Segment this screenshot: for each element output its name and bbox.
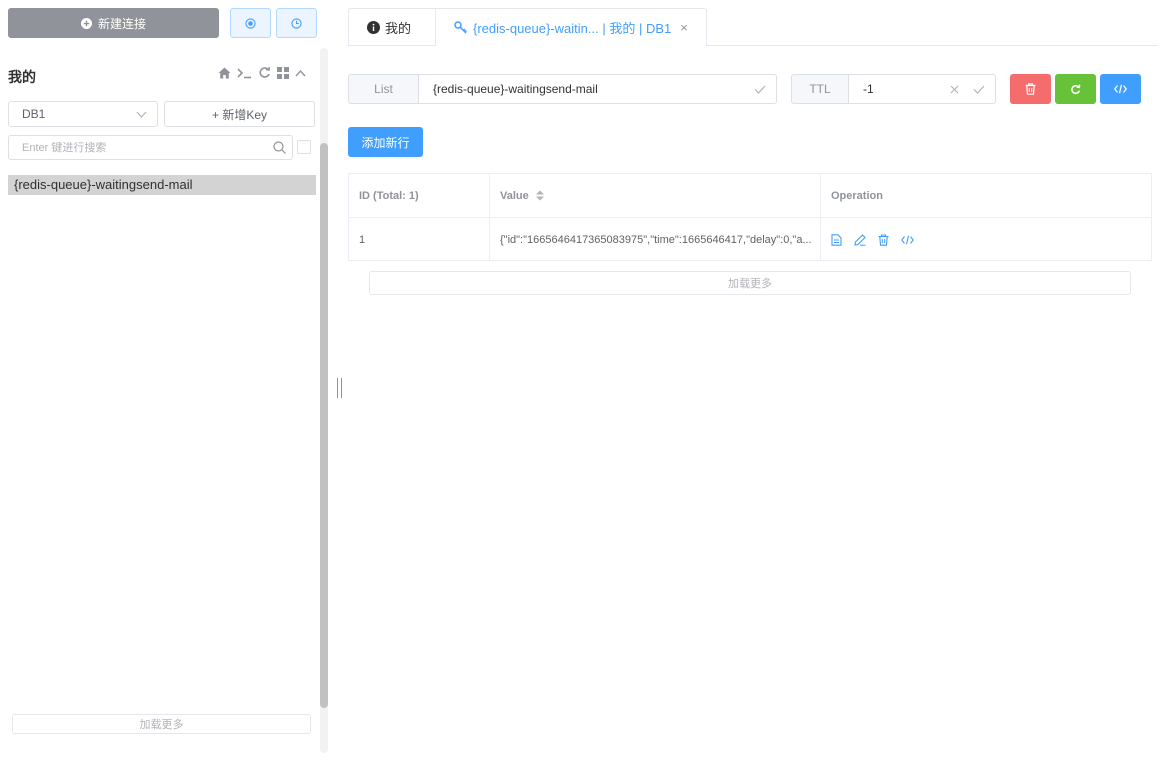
sort-icon[interactable] [535,190,545,201]
pane-resize-handle[interactable] [337,378,342,398]
scrollbar-thumb[interactable] [320,143,328,708]
tab-label: {redis-queue}-waitin... | 我的 | DB1 [473,20,672,36]
delete-key-button[interactable] [1010,74,1051,104]
new-connection-label: 新建连接 [97,16,146,31]
db-select[interactable]: DB1 [8,101,158,127]
add-key-label: + 新增Key [211,107,268,122]
connection-name: 我的 [8,69,36,85]
refresh-icon [1071,84,1081,94]
key-name-input[interactable]: {redis-queue}-waitingsend-mail [419,74,777,104]
trash-icon [1025,83,1036,95]
column-header-label: ID (Total: 1) [359,189,419,202]
new-connection-button[interactable]: 新建连接 [8,8,219,38]
ttl-value: -1 [863,82,874,96]
ttl-actions [950,85,985,94]
key-search [8,135,293,160]
plus-circle-icon [80,17,92,29]
terminal-icon[interactable] [237,67,252,79]
ttl-input[interactable]: -1 [849,74,996,104]
edit-icon[interactable] [854,233,866,246]
row-id: 1 [349,218,490,261]
check-icon[interactable] [973,85,985,94]
load-more-keys-label: 加载更多 [139,719,184,731]
left-pane: 新建连接 我的 DB1 + 新增Key {r [0,0,330,761]
column-header-label: Value [500,189,529,202]
row-value: {"id":"1665646417365083975","time":16656… [490,218,821,261]
table-header-row: ID (Total: 1) Value Operation [349,174,1151,218]
tab-connection-info[interactable]: 我的 [348,8,436,46]
refresh-key-button[interactable] [1055,74,1096,104]
list-value-table: ID (Total: 1) Value Operation 1 {"id":"1… [348,173,1152,261]
exact-search-checkbox[interactable] [297,140,311,154]
code-icon[interactable] [901,235,914,245]
home-icon[interactable] [218,67,231,79]
refresh-icon[interactable] [258,66,271,79]
table-row: 1 {"id":"1665646417365083975","time":166… [349,218,1151,261]
connection-toolbar [218,66,306,79]
tab-label: 我的 [385,20,412,36]
info-circle-icon [367,20,380,34]
clear-icon[interactable] [950,85,959,94]
key-list-item[interactable]: {redis-queue}-waitingsend-mail [8,175,316,195]
key-type-label: List [348,74,419,104]
column-header-operation: Operation [821,174,1151,217]
key-search-input[interactable] [22,141,273,154]
load-more-keys-button[interactable]: 加载更多 [12,714,311,734]
column-header-label: Operation [831,189,883,202]
grid-icon[interactable] [277,66,289,79]
add-key-button[interactable]: + 新增Key [164,101,315,127]
dump-command-button[interactable] [1100,74,1141,104]
db-select-value: DB1 [22,107,46,121]
load-more-rows-label: 加载更多 [728,278,772,290]
key-icon [454,20,468,34]
trash-icon[interactable] [878,233,889,246]
history-button[interactable] [276,8,317,38]
add-new-row-label: 添加新行 [361,135,410,150]
ttl-label: TTL [791,74,849,104]
close-icon[interactable]: × [680,20,688,35]
tab-key-detail[interactable]: {redis-queue}-waitin... | 我的 | DB1 × [435,8,707,46]
add-new-row-button[interactable]: 添加新行 [348,127,423,157]
row-operations [821,218,1151,261]
clock-icon [291,17,302,29]
load-more-rows-button[interactable]: 加载更多 [369,271,1131,295]
target-icon [245,17,256,29]
settings-button[interactable] [230,8,271,38]
search-icon[interactable] [273,141,286,154]
key-name-value: {redis-queue}-waitingsend-mail [433,82,598,96]
column-header-id: ID (Total: 1) [349,174,490,217]
chevron-down-icon [136,111,147,118]
document-icon[interactable] [831,233,842,246]
code-icon [1114,84,1127,94]
column-header-value[interactable]: Value [490,174,821,217]
check-icon[interactable] [754,85,766,94]
chevron-up-icon[interactable] [295,69,306,77]
